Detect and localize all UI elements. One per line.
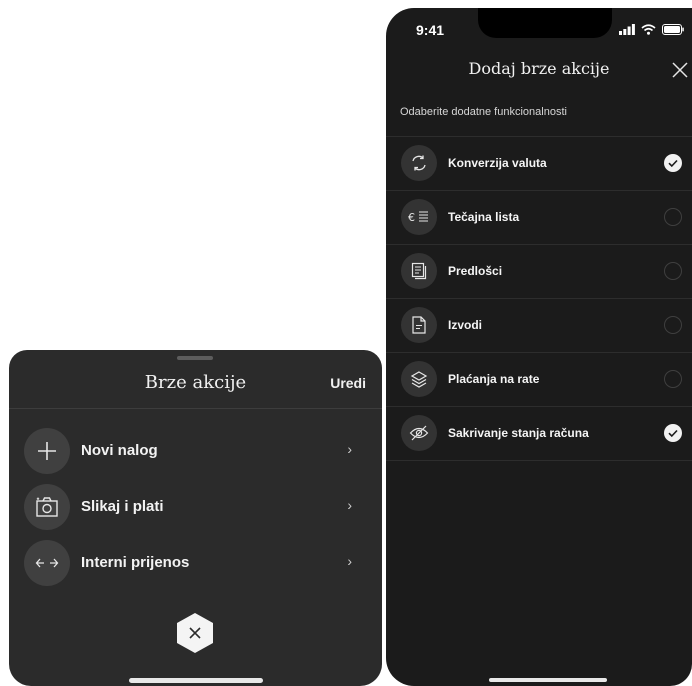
option-installment-payments[interactable]: Plaćanja na rate (386, 353, 692, 407)
quick-actions-list: Novi nalog › Slikaj i plati › Interni pr… (9, 424, 382, 592)
sheet-title: Brze akcije (144, 372, 247, 393)
templates-icon (401, 253, 437, 289)
quick-actions-sheet: Brze akcije Uredi Novi nalog › Slikaj i … (9, 350, 382, 686)
quick-action-label: Novi nalog (81, 442, 158, 459)
home-indicator (489, 678, 607, 682)
option-checkbox[interactable] (664, 424, 682, 442)
edit-button[interactable]: Uredi (330, 375, 366, 391)
option-label: Tečajna lista (448, 210, 520, 224)
close-sheet-button[interactable] (176, 612, 214, 654)
quick-action-scan-and-pay[interactable]: Slikaj i plati › (9, 480, 382, 536)
options-list: Konverzija valuta € Tečajna lista Predlo… (386, 136, 692, 461)
option-checkbox[interactable] (664, 208, 682, 226)
option-checkbox[interactable] (664, 370, 682, 388)
option-templates[interactable]: Predlošci (386, 245, 692, 299)
sheet-header: Brze akcije Uredi (9, 364, 382, 409)
plus-icon (24, 428, 70, 474)
close-button[interactable] (672, 62, 688, 78)
checkmark-icon (668, 159, 678, 168)
option-checkbox[interactable] (664, 154, 682, 172)
quick-action-label: Interni prijenos (81, 554, 190, 571)
option-currency-conversion[interactable]: Konverzija valuta (386, 137, 692, 191)
svg-text:€: € (408, 211, 415, 224)
option-hide-account-balance[interactable]: Sakrivanje stanja računa (386, 407, 692, 461)
status-icons (619, 24, 684, 35)
add-quick-actions-screen: 9:41 Dodaj brze akcije Odaberite dodatne… (386, 8, 692, 686)
exchange-rate-list-icon: € (401, 199, 437, 235)
page-title: Dodaj brze akcije (468, 59, 610, 78)
option-label: Predlošci (448, 264, 503, 278)
transfer-arrows-icon (24, 540, 70, 586)
statement-document-icon (401, 307, 437, 343)
quick-action-label: Slikaj i plati (81, 498, 164, 515)
layers-icon (401, 361, 437, 397)
option-statements[interactable]: Izvodi (386, 299, 692, 353)
page-subtitle: Odaberite dodatne funkcionalnosti (400, 106, 567, 118)
option-label: Plaćanja na rate (448, 372, 540, 386)
status-time: 9:41 (416, 22, 445, 38)
option-label: Konverzija valuta (448, 156, 547, 170)
battery-icon (662, 24, 684, 35)
option-exchange-rate-list[interactable]: € Tečajna lista (386, 191, 692, 245)
quick-action-new-order[interactable]: Novi nalog › (9, 424, 382, 480)
close-icon (672, 62, 688, 78)
chevron-right-icon: › (347, 441, 352, 457)
option-checkbox[interactable] (664, 316, 682, 334)
signal-icon (619, 24, 635, 35)
home-indicator (129, 678, 263, 683)
camera-icon (24, 484, 70, 530)
chevron-right-icon: › (347, 553, 352, 569)
option-label: Sakrivanje stanja računa (448, 426, 589, 440)
option-checkbox[interactable] (664, 262, 682, 280)
quick-action-internal-transfer[interactable]: Interni prijenos › (9, 536, 382, 592)
checkmark-icon (668, 429, 678, 438)
eye-hidden-icon (401, 415, 437, 451)
device-notch (478, 8, 612, 38)
sheet-grabber[interactable] (177, 356, 213, 360)
close-icon (177, 613, 213, 653)
wifi-icon (641, 24, 656, 35)
option-label: Izvodi (448, 318, 483, 332)
currency-conversion-icon (401, 145, 437, 181)
chevron-right-icon: › (347, 497, 352, 513)
